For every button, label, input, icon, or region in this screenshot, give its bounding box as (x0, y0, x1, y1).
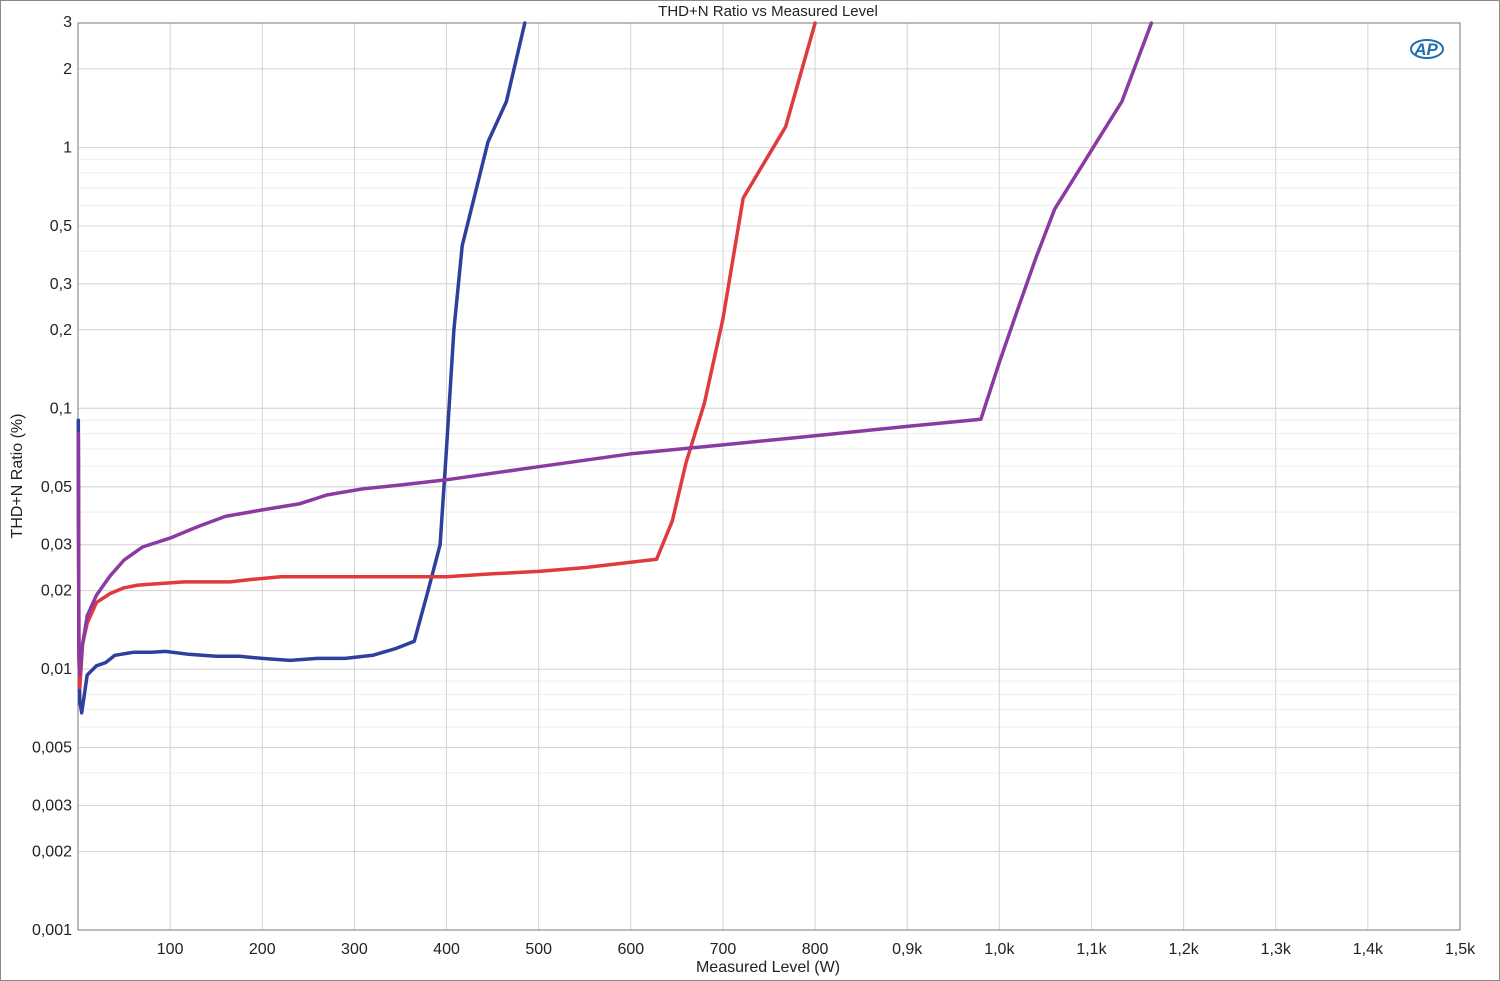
x-tick-label: 400 (433, 941, 460, 958)
ap-logo-text: AP (1413, 40, 1438, 59)
y-tick-label: 0,05 (41, 479, 72, 496)
y-tick-label: 0,03 (41, 537, 72, 554)
y-tick-label: 1 (63, 139, 72, 156)
x-tick-label: 1,0k (984, 941, 1015, 958)
y-tick-label: 0,003 (32, 798, 72, 815)
x-tick-label: 200 (249, 941, 276, 958)
minor-gridlines (78, 22, 1460, 931)
x-tick-label: 1,4k (1353, 941, 1384, 958)
y-axis-title: THD+N Ratio (%) (9, 414, 26, 539)
x-tick-label: 100 (157, 941, 184, 958)
y-tick-label: 0,02 (41, 583, 72, 600)
x-tick-label: 700 (710, 941, 737, 958)
x-tick-label: 600 (617, 941, 644, 958)
x-tick-label: 500 (525, 941, 552, 958)
series-line-1 (76, 21, 527, 715)
y-tick-label: 0,01 (41, 661, 72, 678)
x-tick-label: 1,3k (1261, 941, 1292, 958)
y-tick-label: 0,3 (50, 276, 72, 293)
x-tick-label: 800 (802, 941, 829, 958)
x-axis-title: Measured Level (W) (696, 959, 840, 976)
ap-logo: AP (1410, 39, 1444, 59)
y-tick-label: 3 (63, 14, 72, 31)
x-tick-label: 300 (341, 941, 368, 958)
x-tick-label: 0,9k (892, 941, 923, 958)
y-tick-label: 0,1 (50, 400, 72, 417)
thd-n-chart: 100 200 300 400 500 600 700 800 0,9k 1,0k 1,1k 1,2k… (9, 3, 1476, 976)
y-tick-label: 2 (63, 61, 72, 78)
x-tick-label: 1,5k (1445, 941, 1476, 958)
chart-title: THD+N Ratio vs Measured Level (658, 3, 878, 20)
y-tick-label: 0,001 (32, 922, 72, 939)
x-tick-label: 1,1k (1076, 941, 1107, 958)
series-layer (76, 21, 1154, 715)
y-tick-label: 0,005 (32, 740, 72, 757)
x-axis-ticks: 100 200 300 400 500 600 700 800 0,9k 1,0k 1,1k 1,2k… (157, 941, 1476, 958)
x-tick-label: 1,2k (1168, 941, 1199, 958)
y-tick-label: 0,002 (32, 843, 72, 860)
y-axis-ticks: 0,001 0,002 0,003 0,005 0,01 0,02 0,03 0,05 0,1 0… (32, 14, 72, 939)
y-tick-label: 0,5 (50, 218, 72, 235)
y-tick-label: 0,2 (50, 322, 72, 339)
series-line-3 (76, 21, 1154, 677)
